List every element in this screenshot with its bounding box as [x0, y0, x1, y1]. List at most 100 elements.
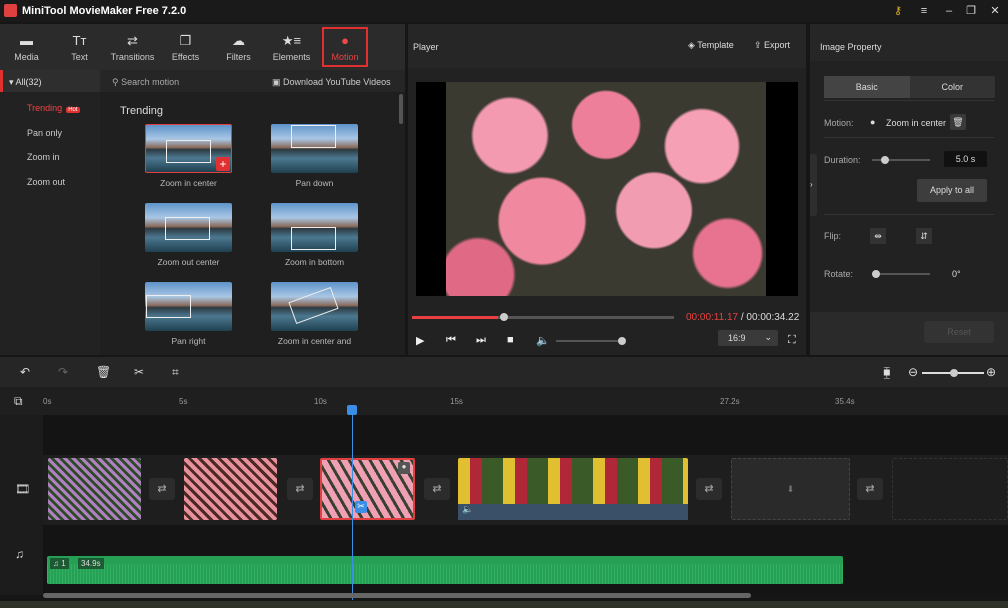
redo-icon[interactable]: ↷ [58, 365, 68, 379]
fullscreen-icon[interactable]: ⛶ [788, 334, 796, 347]
delete-motion-icon[interactable]: 🗑 [950, 114, 966, 130]
category-zoom-in[interactable]: Zoom in [0, 145, 100, 170]
tab-effects[interactable]: ❐ Effects [159, 24, 212, 70]
divider [824, 214, 994, 215]
rotate-handle[interactable] [872, 270, 880, 278]
reset-button[interactable]: Reset [924, 321, 994, 343]
audio-clip[interactable]: ♫ 1 34.9s [47, 556, 843, 584]
audio-duration: 34.9s [78, 558, 104, 569]
menu-icon[interactable]: ≡ [916, 3, 932, 19]
tab-elements[interactable]: ★≡ Elements [265, 24, 318, 70]
video-clip[interactable] [48, 458, 141, 520]
empty-clip-slot[interactable] [892, 458, 1008, 520]
selected-clip[interactable]: ● [320, 458, 415, 520]
crop-icon[interactable]: ⌗ [172, 365, 179, 380]
tab-basic[interactable]: Basic [824, 76, 910, 98]
delete-icon[interactable]: 🗑 [96, 365, 111, 379]
tab-color[interactable]: Color [910, 76, 996, 98]
duration-slider[interactable] [872, 156, 930, 164]
transition-slot[interactable]: ⇄ [696, 478, 722, 500]
library-scrollbar[interactable] [399, 94, 403, 124]
video-clip[interactable] [184, 458, 277, 520]
search-input[interactable]: ⚲ Search motion [112, 77, 179, 88]
video-clip[interactable]: 🔈 [458, 458, 688, 520]
playhead[interactable] [352, 405, 353, 600]
motion-item[interactable]: Pan down [271, 124, 358, 188]
flip-label: Flip: [824, 231, 842, 241]
tick-label: 10s [314, 397, 327, 406]
rotate-slider[interactable] [872, 270, 930, 278]
restore-button[interactable]: ❐ [963, 3, 979, 19]
export-icon: ⇪ [754, 40, 765, 50]
empty-clip-slot[interactable]: ⬇ [731, 458, 850, 520]
split-marker-icon[interactable]: ✂ [355, 501, 367, 513]
youtube-icon: ▣ [272, 77, 284, 87]
motion-item[interactable]: Zoom in center and [271, 282, 358, 346]
tick-label: 0s [43, 397, 52, 406]
timeline-ruler: ⧉ 0s 5s 10s 15s 27.2s 35.4s [0, 387, 1008, 415]
motion-item[interactable]: Zoom in bottom [271, 203, 358, 267]
volume-icon: 🔈 [462, 504, 474, 514]
seek-handle[interactable] [500, 313, 508, 321]
track-headers: 🎞 ♫ [0, 415, 43, 595]
previous-frame-button[interactable]: ⏮ [446, 334, 456, 347]
divider [824, 137, 994, 138]
motion-icon: ● [341, 32, 349, 48]
duration-input[interactable]: 5.0 s [944, 151, 987, 167]
tab-motion[interactable]: ● Motion [322, 27, 368, 67]
tab-media[interactable]: ▬ Media [0, 24, 53, 70]
category-zoom-out[interactable]: Zoom out [0, 170, 100, 195]
zoom-out-icon[interactable]: ⊖ [908, 365, 918, 379]
undo-icon[interactable]: ↶ [20, 365, 30, 379]
key-icon[interactable]: ⚷ [890, 3, 906, 19]
timeline-zoom-slider[interactable] [922, 369, 984, 377]
transition-slot[interactable]: ⇄ [287, 478, 313, 500]
zoom-in-icon[interactable]: ⊕ [986, 365, 996, 379]
duration-label: Duration: [824, 155, 861, 165]
motion-item[interactable]: + Zoom in center [145, 124, 232, 188]
volume-icon[interactable]: 🔈 [536, 334, 550, 347]
transition-slot[interactable]: ⇄ [149, 478, 175, 500]
export-button[interactable]: ⇪ Export [754, 40, 790, 51]
collapse-panel-handle[interactable]: › [810, 154, 817, 216]
stop-button[interactable]: ■ [507, 334, 514, 346]
zoom-handle[interactable] [950, 369, 958, 377]
tab-text[interactable]: Tт Text [53, 24, 106, 70]
transition-slot[interactable]: ⇄ [857, 478, 883, 500]
timeline-scrollbar[interactable] [43, 593, 751, 598]
add-icon[interactable]: + [216, 157, 230, 171]
category-pan-only[interactable]: Pan only [0, 121, 100, 146]
download-youtube-link[interactable]: ▣ Download YouTube Videos [272, 77, 391, 88]
duration-handle[interactable] [881, 156, 889, 164]
next-frame-button[interactable]: ⏭ [476, 334, 486, 347]
transition-slot[interactable]: ⇄ [424, 478, 450, 500]
template-button[interactable]: ◈ Template [688, 40, 734, 51]
playhead-handle[interactable] [347, 405, 357, 415]
aspect-ratio-select[interactable]: 16:9 ⌄ [718, 330, 778, 346]
flip-vertical-icon[interactable]: ⇵ [916, 228, 932, 244]
category-trending[interactable]: Trending Hot [0, 96, 100, 121]
elements-icon: ★≡ [281, 32, 302, 48]
apply-to-all-button[interactable]: Apply to all [917, 179, 987, 202]
property-tabs: Basic Color [824, 76, 995, 98]
folder-icon: ▬ [20, 32, 33, 48]
tab-transitions[interactable]: ⇄ Transitions [106, 24, 159, 70]
minimize-button[interactable]: – [941, 3, 957, 19]
property-footer: Reset [810, 312, 1008, 355]
add-track-icon[interactable]: ⧉ [14, 394, 23, 409]
flip-horizontal-icon[interactable]: ⇹ [870, 228, 886, 244]
motion-item[interactable]: Pan right [145, 282, 232, 346]
play-button[interactable]: ▶ [416, 334, 424, 347]
tab-filters[interactable]: ☁ Filters [212, 24, 265, 70]
volume-handle[interactable] [618, 337, 626, 345]
all-category[interactable]: ▾ All(32) [0, 70, 100, 92]
split-icon[interactable]: ✂ [134, 365, 144, 379]
fit-timeline-icon[interactable]: ⧯ [883, 365, 891, 380]
motion-item[interactable]: Zoom out center [145, 203, 232, 267]
seek-bar[interactable] [412, 313, 674, 321]
volume-slider[interactable] [556, 337, 626, 345]
motion-badge-icon: ● [398, 462, 410, 474]
close-button[interactable]: ✕ [987, 3, 1003, 19]
music-icon: ♫ [53, 559, 62, 568]
layers-icon: ◈ [688, 40, 698, 50]
